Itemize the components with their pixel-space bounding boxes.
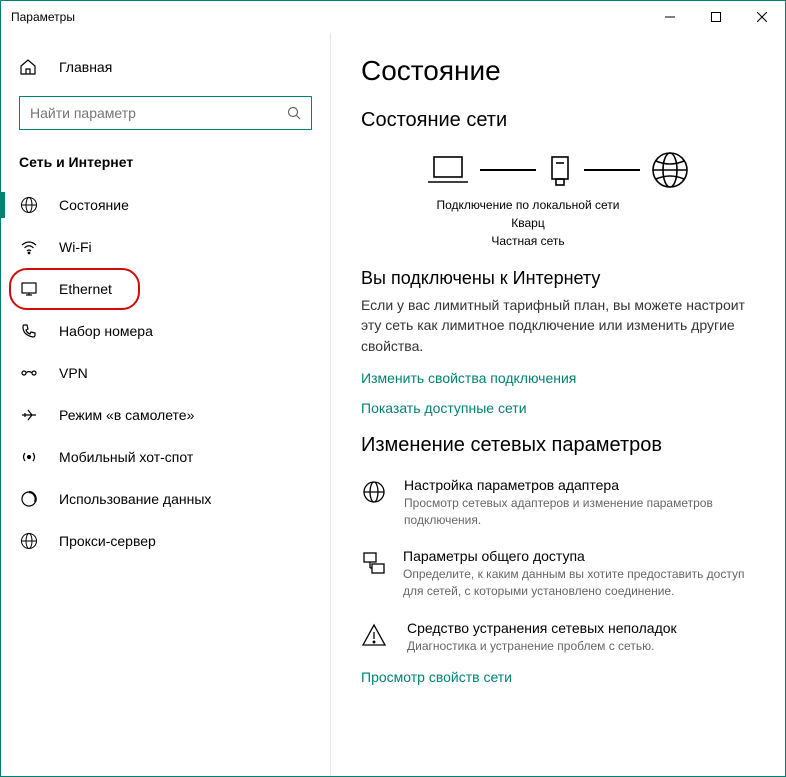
window-title: Параметры <box>11 10 647 24</box>
diagram-labels: Подключение по локальной сети Кварц Част… <box>331 196 755 250</box>
option-title: Параметры общего доступа <box>403 548 755 564</box>
option-title: Настройка параметров адаптера <box>404 477 755 493</box>
sidebar-item-label: Использование данных <box>59 491 211 507</box>
sidebar-item-hotspot[interactable]: Мобильный хот-спот <box>1 436 330 478</box>
close-button[interactable] <box>739 1 785 33</box>
minimize-button[interactable] <box>647 1 693 33</box>
network-diagram <box>361 150 755 190</box>
page-title: Состояние <box>361 55 755 87</box>
vpn-icon <box>19 364 39 382</box>
sidebar-item-label: Состояние <box>59 197 129 213</box>
diagram-line2: Кварц <box>331 214 755 232</box>
search-input[interactable] <box>30 105 287 121</box>
router-icon <box>546 153 574 187</box>
sidebar-item-label: Режим «в самолете» <box>59 407 194 423</box>
link-view-network-props[interactable]: Просмотр свойств сети <box>361 669 755 685</box>
sidebar-item-airplane[interactable]: Режим «в самолете» <box>1 394 330 436</box>
laptop-icon <box>426 153 470 187</box>
sidebar-item-label: Wi-Fi <box>59 239 92 255</box>
globe-icon <box>19 196 39 214</box>
connected-heading: Вы подключены к Интернету <box>361 268 755 289</box>
wifi-icon <box>19 238 39 256</box>
diagram-line <box>584 169 640 171</box>
option-adapter-settings[interactable]: Настройка параметров адаптера Просмотр с… <box>361 477 755 529</box>
maximize-button[interactable] <box>693 1 739 33</box>
option-title: Средство устранения сетевых неполадок <box>407 620 677 636</box>
phone-icon <box>19 322 39 340</box>
link-show-available-networks[interactable]: Показать доступные сети <box>361 400 755 416</box>
category-header: Сеть и Интернет <box>1 154 330 184</box>
hotspot-icon <box>19 448 39 466</box>
sidebar-item-label: Набор номера <box>59 323 153 339</box>
data-usage-icon <box>19 490 39 508</box>
sharing-icon <box>361 548 387 600</box>
diagram-line <box>480 169 536 171</box>
sidebar-item-wifi[interactable]: Wi-Fi <box>1 226 330 268</box>
proxy-icon <box>19 532 39 550</box>
search-icon <box>287 106 301 120</box>
home-item[interactable]: Главная <box>1 48 330 86</box>
connected-body: Если у вас лимитный тарифный план, вы мо… <box>361 295 755 356</box>
titlebar: Параметры <box>1 1 785 33</box>
sidebar-item-proxy[interactable]: Прокси-сервер <box>1 520 330 562</box>
option-sharing[interactable]: Параметры общего доступа Определите, к к… <box>361 548 755 600</box>
option-desc: Определите, к каким данным вы хотите пре… <box>403 566 755 600</box>
option-desc: Диагностика и устранение проблем с сетью… <box>407 638 677 655</box>
content-pane: Состояние Состояние сети Подключение по … <box>331 33 785 776</box>
sidebar-item-label: Прокси-сервер <box>59 533 156 549</box>
home-label: Главная <box>59 59 112 75</box>
sidebar-item-label: Мобильный хот-спот <box>59 449 193 465</box>
highlight-ring-icon <box>9 268 140 310</box>
sidebar: Главная Сеть и Интернет Состояние Wi-Fi <box>1 33 331 776</box>
link-change-connection-props[interactable]: Изменить свойства подключения <box>361 370 755 386</box>
globe-large-icon <box>650 150 690 190</box>
sidebar-item-dialup[interactable]: Набор номера <box>1 310 330 352</box>
sidebar-item-status[interactable]: Состояние <box>1 184 330 226</box>
search-input-container[interactable] <box>19 96 312 130</box>
option-desc: Просмотр сетевых адаптеров и изменение п… <box>404 495 755 529</box>
sidebar-item-ethernet[interactable]: Ethernet <box>1 268 330 310</box>
sidebar-item-label: VPN <box>59 365 88 381</box>
option-troubleshoot[interactable]: Средство устранения сетевых неполадок Ди… <box>361 620 755 655</box>
home-icon <box>19 58 39 76</box>
diagram-line1: Подключение по локальной сети <box>331 196 755 214</box>
sidebar-item-vpn[interactable]: VPN <box>1 352 330 394</box>
adapter-icon <box>361 477 388 529</box>
diagram-line3: Частная сеть <box>331 232 755 250</box>
warning-icon <box>361 620 391 655</box>
section-heading-2: Изменение сетевых параметров <box>361 434 755 457</box>
airplane-icon <box>19 406 39 424</box>
sidebar-item-datausage[interactable]: Использование данных <box>1 478 330 520</box>
section-heading: Состояние сети <box>361 109 755 132</box>
